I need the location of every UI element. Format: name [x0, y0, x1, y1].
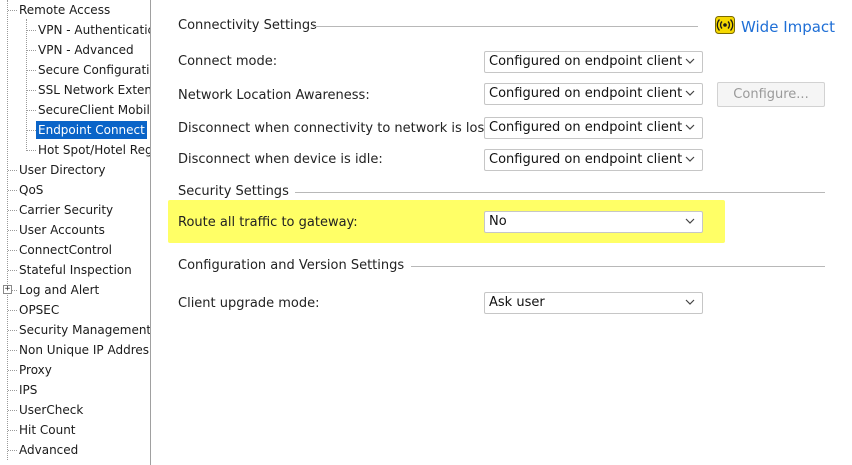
connect-mode-label: Connect mode:: [178, 54, 278, 69]
chevron-down-icon: [685, 299, 695, 305]
network-location-awareness-label: Network Location Awareness:: [178, 88, 370, 103]
tree-item-endpoint-connect[interactable]: Endpoint Connect: [36, 121, 147, 139]
client-upgrade-mode-select[interactable]: Ask user: [484, 292, 703, 314]
expand-log-and-alert-icon[interactable]: +: [3, 285, 12, 294]
tree-connector: [26, 19, 27, 151]
tree-item-non-unique-ip[interactable]: Non Unique IP Addres: [17, 341, 150, 359]
connect-mode-select[interactable]: Configured on endpoint client: [484, 51, 703, 73]
tree-item-ips[interactable]: IPS: [17, 381, 39, 399]
settings-panel: Connectivity Settings Wide Impact Connec…: [151, 0, 852, 465]
tree-item-hot-spot-hotel[interactable]: Hot Spot/Hotel Reg: [36, 141, 150, 159]
tree-item-connectcontrol[interactable]: ConnectControl: [17, 241, 114, 259]
config-version-settings-title: Configuration and Version Settings: [178, 258, 405, 273]
tree-item-advanced[interactable]: Advanced: [17, 441, 80, 459]
tree-item-opsec[interactable]: OPSEC: [17, 301, 61, 319]
network-location-awareness-value: Configured on endpoint client: [489, 86, 683, 101]
broadcast-icon: [715, 16, 735, 34]
client-upgrade-mode-value: Ask user: [489, 295, 545, 310]
chevron-down-icon: [685, 218, 695, 224]
chevron-down-icon: [685, 58, 695, 64]
tree-item-stateful-inspection[interactable]: Stateful Inspection: [17, 261, 134, 279]
disconnect-connectivity-lost-value: Configured on endpoint client: [489, 120, 683, 135]
chevron-down-icon: [685, 124, 695, 130]
tree-item-secureclient-mobile[interactable]: SecureClient Mobile: [36, 101, 150, 119]
tree-item-log-and-alert[interactable]: Log and Alert: [17, 281, 101, 299]
security-settings-title: Security Settings: [178, 184, 289, 199]
client-upgrade-mode-label: Client upgrade mode:: [178, 296, 320, 311]
route-all-traffic-select[interactable]: No: [484, 211, 703, 233]
tree-item-hit-count[interactable]: Hit Count: [17, 421, 78, 439]
chevron-down-icon: [685, 90, 695, 96]
section-separator: [411, 266, 825, 267]
configure-button[interactable]: Configure...: [717, 82, 825, 107]
tree-item-secure-configuration[interactable]: Secure Configuratic: [36, 61, 150, 79]
tree-item-vpn-advanced[interactable]: VPN - Advanced: [36, 41, 136, 59]
disconnect-idle-label: Disconnect when device is idle:: [178, 152, 383, 167]
settings-tree: + Remote Access VPN - Authenticatic VPN …: [0, 0, 150, 465]
tree-item-usercheck[interactable]: UserCheck: [17, 401, 85, 419]
section-separator: [313, 26, 698, 27]
tree-item-user-directory[interactable]: User Directory: [17, 161, 107, 179]
route-all-traffic-value: No: [489, 214, 507, 229]
disconnect-idle-select[interactable]: Configured on endpoint client: [484, 149, 703, 171]
section-separator: [295, 192, 825, 193]
network-location-awareness-select[interactable]: Configured on endpoint client: [484, 83, 703, 105]
tree-item-security-management[interactable]: Security Management: [17, 321, 150, 339]
tree-item-carrier-security[interactable]: Carrier Security: [17, 201, 115, 219]
tree-item-qos[interactable]: QoS: [17, 181, 45, 199]
tree-item-ssl-network-extender[interactable]: SSL Network Extenc: [36, 81, 150, 99]
tree-item-vpn-authentication[interactable]: VPN - Authenticatic: [36, 21, 150, 39]
connect-mode-value: Configured on endpoint client: [489, 54, 683, 69]
tree-item-user-accounts[interactable]: User Accounts: [17, 221, 107, 239]
tree-connector: [8, 10, 17, 11]
disconnect-connectivity-lost-label: Disconnect when connectivity to network …: [178, 121, 494, 136]
tree-item-remote-access[interactable]: Remote Access: [17, 1, 112, 19]
tree-item-proxy[interactable]: Proxy: [17, 361, 54, 379]
chevron-down-icon: [685, 156, 695, 162]
connectivity-settings-title: Connectivity Settings: [178, 18, 317, 33]
route-all-traffic-label: Route all traffic to gateway:: [178, 215, 358, 230]
wide-impact-label[interactable]: Wide Impact: [741, 18, 835, 36]
disconnect-connectivity-lost-select[interactable]: Configured on endpoint client: [484, 117, 703, 139]
disconnect-idle-value: Configured on endpoint client: [489, 152, 683, 167]
